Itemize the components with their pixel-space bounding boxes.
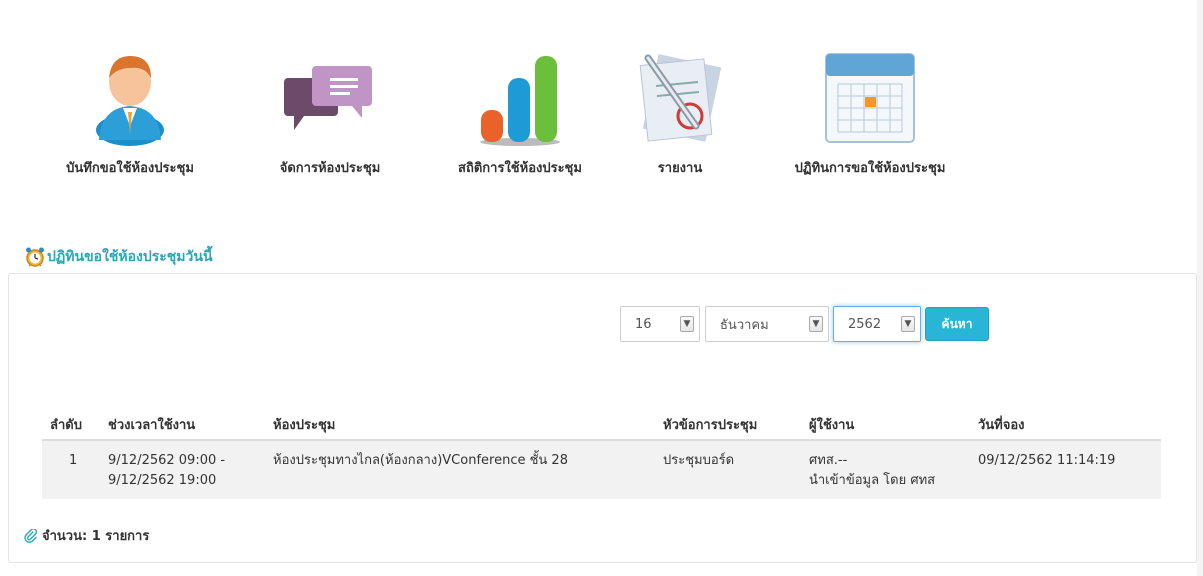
column-header-topic: หัวข้อการประชุม	[663, 418, 758, 433]
cell-user: ศทส.-- นำเข้าข้อมูล โดย ศทส	[809, 451, 935, 491]
menu-label: จัดการห้องประชุม	[279, 161, 381, 176]
column-header-time: ช่วงเวลาใช้งาน	[108, 418, 196, 433]
cell-time: 9/12/2562 09:00 - 9/12/2562 19:00	[108, 451, 225, 491]
month-select[interactable]: ธันวาคม ▼	[705, 306, 829, 342]
bar-chart-icon	[480, 56, 560, 146]
menu-item-book-room[interactable]: บันทึกขอใช้ห้องประชุม	[40, 50, 220, 190]
cell-room: ห้องประชุมทางไกล(ห้องกลาง)VConference ชั…	[273, 453, 568, 468]
chevron-down-icon: ▼	[809, 316, 823, 332]
record-count-text: จำนวน: 1 รายการ	[42, 529, 150, 544]
menu-item-manage-rooms[interactable]: จัดการห้องประชุม	[255, 50, 405, 190]
menu-label: ปฏิทินการขอใช้ห้องประชุม	[794, 161, 946, 176]
table-header: ลำดับ ช่วงเวลาใช้งาน ห้องประชุม หัวข้อกา…	[42, 405, 1161, 441]
column-header-booked-at: วันที่จอง	[978, 418, 1025, 433]
menu-item-report[interactable]: รายงาน	[620, 50, 740, 190]
calendar-icon	[825, 53, 915, 143]
cell-topic: ประชุมบอร์ด	[663, 453, 735, 468]
year-select-value: 2562	[848, 316, 882, 332]
scrollbar[interactable]	[1197, 0, 1203, 576]
alarm-clock-icon	[26, 247, 44, 267]
day-select-value: 16	[635, 316, 652, 332]
user-icon	[96, 56, 164, 146]
cell-user-name: ศทส.--	[809, 453, 848, 468]
section-title: ปฏิทินขอใช้ห้องประชุมวันนี้	[25, 246, 213, 268]
cell-time-end: 9/12/2562 19:00	[108, 473, 217, 488]
day-select[interactable]: 16 ▼	[620, 306, 700, 342]
chat-bubbles-icon	[284, 66, 372, 130]
booking-table: ลำดับ ช่วงเวลาใช้งาน ห้องประชุม หัวข้อกา…	[42, 405, 1161, 499]
record-count: จำนวน: 1 รายการ	[24, 525, 149, 546]
cell-time-start: 9/12/2562 09:00 -	[108, 453, 226, 468]
column-header-user: ผู้ใช้งาน	[809, 418, 855, 433]
menu-label: รายงาน	[657, 161, 703, 176]
month-select-value: ธันวาคม	[720, 317, 769, 333]
table-row: 1 9/12/2562 09:00 - 9/12/2562 19:00 ห้อง…	[42, 441, 1161, 499]
cell-user-note: นำเข้าข้อมูล โดย ศทส	[809, 473, 936, 488]
cell-booked-at: 09/12/2562 11:14:19	[978, 453, 1116, 468]
column-header-room: ห้องประชุม	[273, 418, 336, 433]
menu-item-statistics[interactable]: สถิติการใช้ห้องประชุม	[435, 50, 605, 190]
cell-no: 1	[69, 453, 78, 468]
section-title-text: ปฏิทินขอใช้ห้องประชุมวันนี้	[47, 249, 213, 265]
menu-label: สถิติการใช้ห้องประชุม	[458, 161, 582, 176]
main-menu: บันทึกขอใช้ห้องประชุม จัดการห้องประชุม ส…	[0, 0, 1190, 200]
menu-item-calendar[interactable]: ปฏิทินการขอใช้ห้องประชุม	[770, 50, 970, 190]
search-button[interactable]: ค้นหา	[925, 307, 989, 341]
menu-label: บันทึกขอใช้ห้องประชุม	[66, 161, 194, 176]
chevron-down-icon: ▼	[680, 316, 694, 332]
paperclip-icon	[24, 528, 38, 543]
chevron-down-icon: ▼	[901, 316, 915, 332]
column-header-no: ลำดับ	[50, 418, 82, 433]
document-pen-icon	[639, 54, 722, 142]
year-select[interactable]: 2562 ▼	[833, 306, 921, 342]
